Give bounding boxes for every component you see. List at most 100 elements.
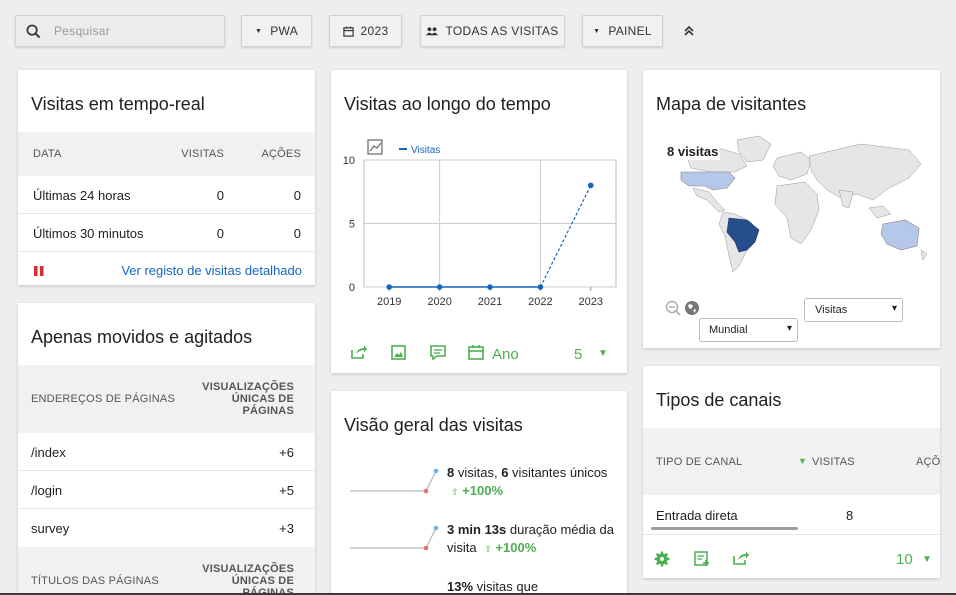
export-icon[interactable] (351, 345, 367, 364)
row-value: +6 (279, 445, 294, 460)
australia-country[interactable] (880, 219, 920, 251)
search-input[interactable]: Pesquisar (54, 24, 110, 38)
row-label[interactable]: /login (31, 483, 62, 498)
row-label: Últimos 30 minutos (33, 226, 144, 241)
arrow-up-icon: ⇧ (484, 544, 492, 554)
x-tick-label: 2019 (377, 296, 401, 308)
arrow-up-icon: ⇧ (451, 487, 459, 497)
chart-type-icon[interactable] (367, 139, 383, 155)
data-point[interactable] (588, 182, 594, 189)
calendar-icon[interactable] (468, 344, 484, 365)
row-visits: 0 (216, 188, 224, 203)
row-value: +3 (279, 521, 294, 536)
usa-country[interactable] (680, 171, 736, 191)
column-actions[interactable]: AÇÕES (261, 148, 301, 160)
row-actions: 0 (293, 226, 301, 241)
bounce-value: 13% (447, 579, 474, 594)
realtime-widget: Visitas em tempo-real DATA VISITAS AÇÕES… (18, 70, 315, 285)
row-label: Últimas 24 horas (33, 188, 131, 203)
sparkline[interactable] (348, 524, 440, 554)
period-selector[interactable]: Ano (492, 346, 519, 363)
widget-title: Visitas em tempo-real (31, 94, 205, 114)
calendar-icon (342, 25, 354, 37)
users-icon (426, 27, 439, 36)
visits-over-time-widget: Visitas ao longo do tempo Visitas 0 5 10 20… (331, 70, 627, 373)
segment-label: PWA (270, 24, 299, 38)
map-tooltip: 8 visitas (665, 143, 721, 160)
widget-title: Visitas ao longo do tempo (344, 94, 551, 114)
metric-select[interactable]: Visitas ▾ (804, 298, 903, 322)
zoom-out-icon[interactable] (665, 300, 681, 321)
x-tick-label: 2022 (528, 296, 552, 308)
column-visits[interactable]: VISITAS (181, 148, 224, 160)
dashboard-selector[interactable]: ▼ PAINEL (582, 15, 663, 47)
visits-segment-label: TODAS AS VISITAS (445, 24, 559, 38)
data-point[interactable] (487, 284, 493, 290)
unique-text: visitantes únicos (508, 465, 608, 480)
period-label: 2023 (360, 24, 389, 38)
visits-overview-widget: Visão geral das visitas 8 visitas, 6 vis… (331, 391, 627, 595)
column-date[interactable]: DATA (33, 148, 62, 160)
search-box[interactable]: Pesquisar (15, 15, 225, 47)
visits-segment-selector[interactable]: TODAS AS VISITAS (420, 15, 565, 47)
row-label[interactable]: Entrada direta (656, 508, 738, 523)
table-header: TIPO DE CANAL ▼ VISITAS AÇÕ (643, 428, 940, 495)
pause-icon[interactable] (34, 263, 44, 276)
evolution-chart[interactable]: Visitas 0 5 10 2019 2020 2021 2022 2023 (331, 130, 627, 320)
duration-value: 3 min 13s (447, 522, 507, 537)
row-label[interactable]: survey (31, 521, 69, 536)
data-point[interactable] (537, 284, 544, 290)
collapse-toolbar-icon[interactable] (680, 22, 698, 40)
data-point[interactable] (436, 284, 443, 290)
column-visits[interactable]: VISITAS (812, 456, 855, 468)
limit-value[interactable]: 5 (574, 346, 582, 363)
data-point[interactable] (386, 284, 392, 290)
caret-down-icon: ▼ (254, 27, 263, 35)
visitor-map-widget: Mapa de visitantes 8 visitas Visitas ▾ M… (643, 70, 940, 348)
horizontal-scrollbar[interactable] (651, 527, 798, 530)
column-unique-pageviews[interactable]: VISUALIZAÇÕES ÚNICAS DE PÁGINAS (194, 563, 294, 595)
divider (643, 534, 940, 535)
add-report-icon[interactable] (694, 551, 710, 572)
widget-title: Apenas movidos e agitados (31, 327, 253, 347)
annotations-icon[interactable] (430, 345, 446, 365)
limit-value[interactable]: 10 (896, 551, 913, 568)
x-tick-label: 2023 (579, 296, 603, 308)
divider (18, 213, 315, 214)
settings-icon[interactable] (654, 551, 670, 572)
movers-shakers-widget: Apenas movidos e agitados ENDEREÇOS DE P… (18, 303, 315, 595)
bounce-text: visitas que (473, 579, 539, 594)
y-tick-label: 5 (349, 219, 355, 231)
y-tick-label: 10 (343, 155, 355, 167)
column-page-urls[interactable]: ENDEREÇOS DE PÁGINAS (31, 393, 175, 405)
chevron-down-icon: ▾ (786, 323, 792, 334)
segment-selector[interactable]: ▼ PWA (241, 15, 312, 47)
duration-metric: 3 min 13s duração média da visita ⇧ +100… (447, 521, 617, 558)
search-icon (26, 24, 41, 38)
column-unique-pageviews[interactable]: VISUALIZAÇÕES ÚNICAS DE PÁGINAS (194, 381, 294, 417)
caret-down-icon[interactable]: ▼ (922, 554, 932, 565)
divider (18, 251, 315, 252)
column-channel-type[interactable]: TIPO DE CANAL (656, 456, 742, 468)
widget-title: Visão geral das visitas (344, 415, 523, 435)
sparkline[interactable] (348, 467, 440, 497)
table-header: ENDEREÇOS DE PÁGINAS VISUALIZAÇÕES ÚNICA… (18, 365, 315, 433)
caret-down-icon[interactable]: ▼ (598, 348, 608, 359)
table-header: DATA VISITAS AÇÕES (18, 132, 315, 176)
series-line (539, 185, 592, 288)
column-actions[interactable]: AÇÕ (916, 456, 940, 468)
change-value: +100% (495, 540, 537, 555)
column-page-titles[interactable]: TÍTULOS DAS PÁGINAS (31, 575, 159, 587)
visit-log-link[interactable]: Ver registo de visitas detalhado (121, 263, 302, 278)
globe-icon[interactable] (684, 300, 700, 321)
row-label[interactable]: /index (31, 445, 66, 460)
channel-types-widget: Tipos de canais TIPO DE CANAL ▼ VISITAS … (643, 366, 940, 578)
row-actions: 0 (293, 188, 301, 203)
image-icon[interactable] (391, 345, 406, 365)
export-icon[interactable] (733, 551, 749, 570)
chevron-down-icon: ▾ (891, 303, 897, 314)
region-select[interactable]: Mundial ▾ (699, 318, 798, 342)
row-value: +5 (279, 483, 294, 498)
legend-label[interactable]: Visitas (411, 145, 440, 156)
period-selector[interactable]: 2023 (329, 15, 402, 47)
